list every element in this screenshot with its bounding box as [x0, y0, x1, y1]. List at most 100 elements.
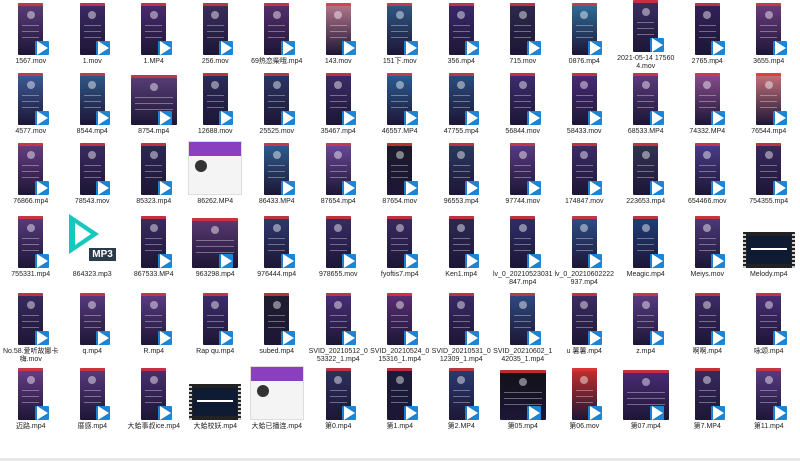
- file-thumbnail[interactable]: [123, 210, 185, 268]
- file-item[interactable]: 86433.MP4: [246, 140, 308, 210]
- file-item[interactable]: 大蛤事叔ice.mp4: [123, 365, 185, 438]
- file-thumbnail[interactable]: [492, 365, 554, 420]
- file-item[interactable]: 143.mov: [308, 0, 370, 70]
- file-item[interactable]: 356.mp4: [431, 0, 493, 70]
- file-thumbnail[interactable]: [0, 0, 62, 55]
- file-thumbnail[interactable]: [677, 365, 739, 420]
- file-item[interactable]: 87654.mov: [369, 140, 431, 210]
- file-thumbnail[interactable]: MP3: [62, 210, 124, 268]
- file-thumbnail[interactable]: [308, 287, 370, 345]
- file-thumbnail[interactable]: [185, 287, 247, 345]
- file-thumbnail[interactable]: [369, 365, 431, 420]
- file-item[interactable]: 58433.mov: [554, 70, 616, 140]
- file-item[interactable]: 啊啊.mp4: [677, 287, 739, 365]
- file-item[interactable]: q.mp4: [62, 287, 124, 365]
- file-thumbnail[interactable]: [431, 140, 493, 195]
- file-item[interactable]: 654466.mov: [677, 140, 739, 210]
- file-item[interactable]: 1.MP4: [123, 0, 185, 70]
- file-thumbnail[interactable]: [62, 287, 124, 345]
- file-item[interactable]: Rap qu.mp4: [185, 287, 247, 365]
- file-item[interactable]: SVID_20210602_142035_1.mp4: [492, 287, 554, 365]
- file-thumbnail[interactable]: [738, 140, 800, 195]
- file-thumbnail[interactable]: [677, 0, 739, 55]
- file-thumbnail[interactable]: [0, 365, 62, 420]
- file-item[interactable]: 12688.mov: [185, 70, 247, 140]
- file-item[interactable]: fyoftis7.mp4: [369, 210, 431, 287]
- file-item[interactable]: 0876.mp4: [554, 0, 616, 70]
- file-thumbnail[interactable]: [0, 210, 62, 268]
- file-thumbnail[interactable]: [431, 365, 493, 420]
- file-item[interactable]: 第06.mov: [554, 365, 616, 438]
- file-thumbnail[interactable]: [246, 0, 308, 55]
- file-thumbnail[interactable]: [615, 70, 677, 125]
- file-thumbnail[interactable]: [492, 0, 554, 55]
- file-item[interactable]: 2765.mp4: [677, 0, 739, 70]
- file-thumbnail[interactable]: [554, 365, 616, 420]
- file-thumbnail[interactable]: [738, 210, 800, 268]
- file-item[interactable]: 迈路.mp4: [0, 365, 62, 438]
- file-item[interactable]: R.mp4: [123, 287, 185, 365]
- file-item[interactable]: 715.mov: [492, 0, 554, 70]
- file-item[interactable]: 754355.mp4: [738, 140, 800, 210]
- file-thumbnail[interactable]: [615, 365, 677, 420]
- file-thumbnail[interactable]: [738, 0, 800, 55]
- file-thumbnail[interactable]: [554, 287, 616, 345]
- file-item[interactable]: 1.mov: [62, 0, 124, 70]
- file-thumbnail[interactable]: [431, 287, 493, 345]
- file-item[interactable]: 第11.mp4: [738, 365, 800, 438]
- file-thumbnail[interactable]: [308, 365, 370, 420]
- file-item[interactable]: lv_0_20210523031847.mp4: [492, 210, 554, 287]
- file-thumbnail[interactable]: [185, 70, 247, 125]
- file-thumbnail[interactable]: [123, 287, 185, 345]
- file-thumbnail[interactable]: [677, 140, 739, 195]
- file-item[interactable]: Ken1.mp4: [431, 210, 493, 287]
- file-item[interactable]: MP3 864323.mp3: [62, 210, 124, 287]
- file-item[interactable]: 151下.mov: [369, 0, 431, 70]
- file-item[interactable]: 25525.mov: [246, 70, 308, 140]
- file-thumbnail[interactable]: [62, 365, 124, 420]
- file-item[interactable]: 8754.mp4: [123, 70, 185, 140]
- file-item[interactable]: 174847.mov: [554, 140, 616, 210]
- file-item[interactable]: 厝感.mp4: [62, 365, 124, 438]
- file-item[interactable]: 223653.mp4: [615, 140, 677, 210]
- file-thumbnail[interactable]: [123, 70, 185, 125]
- file-thumbnail[interactable]: [369, 70, 431, 125]
- file-item[interactable]: 3655.mp4: [738, 0, 800, 70]
- file-thumbnail[interactable]: [615, 140, 677, 195]
- file-thumbnail[interactable]: [369, 140, 431, 195]
- file-thumbnail[interactable]: [246, 210, 308, 268]
- file-item[interactable]: 第0.mp4: [308, 365, 370, 438]
- file-thumbnail[interactable]: [185, 0, 247, 55]
- file-item[interactable]: 256.mov: [185, 0, 247, 70]
- file-thumbnail[interactable]: [738, 365, 800, 420]
- file-item[interactable]: 35467.mp4: [308, 70, 370, 140]
- file-thumbnail[interactable]: [554, 70, 616, 125]
- file-thumbnail[interactable]: [677, 287, 739, 345]
- file-thumbnail[interactable]: [492, 140, 554, 195]
- file-thumbnail[interactable]: [246, 287, 308, 345]
- file-item[interactable]: 第7.MP4: [677, 365, 739, 438]
- file-item[interactable]: Meiys.mov: [677, 210, 739, 287]
- file-item[interactable]: SVID_20210531_012309_1.mp4: [431, 287, 493, 365]
- file-item[interactable]: 8544.mp4: [62, 70, 124, 140]
- file-thumbnail[interactable]: [431, 210, 493, 268]
- file-item[interactable]: 68533.MP4: [615, 70, 677, 140]
- file-thumbnail[interactable]: [185, 140, 247, 195]
- file-thumbnail[interactable]: [738, 70, 800, 125]
- file-thumbnail[interactable]: [431, 70, 493, 125]
- file-item[interactable]: lv_0_20210602222937.mp4: [554, 210, 616, 287]
- file-item[interactable]: 978655.mov: [308, 210, 370, 287]
- file-item[interactable]: 56844.mov: [492, 70, 554, 140]
- file-item[interactable]: 1567.mov: [0, 0, 62, 70]
- file-thumbnail[interactable]: [677, 70, 739, 125]
- file-item[interactable]: No.58.爱听故娜卡嗨.mov: [0, 287, 62, 365]
- file-thumbnail[interactable]: [615, 287, 677, 345]
- file-item[interactable]: 第07.mp4: [615, 365, 677, 438]
- file-item[interactable]: SVID_20210524_015316_1.mp4: [369, 287, 431, 365]
- file-thumbnail[interactable]: [431, 0, 493, 55]
- file-thumbnail[interactable]: [554, 140, 616, 195]
- file-thumbnail[interactable]: [308, 70, 370, 125]
- file-item[interactable]: 大蛤校妖.mp4: [185, 365, 247, 438]
- file-item[interactable]: SVID_20210512_053322_1.mp4: [308, 287, 370, 365]
- file-thumbnail[interactable]: [369, 0, 431, 55]
